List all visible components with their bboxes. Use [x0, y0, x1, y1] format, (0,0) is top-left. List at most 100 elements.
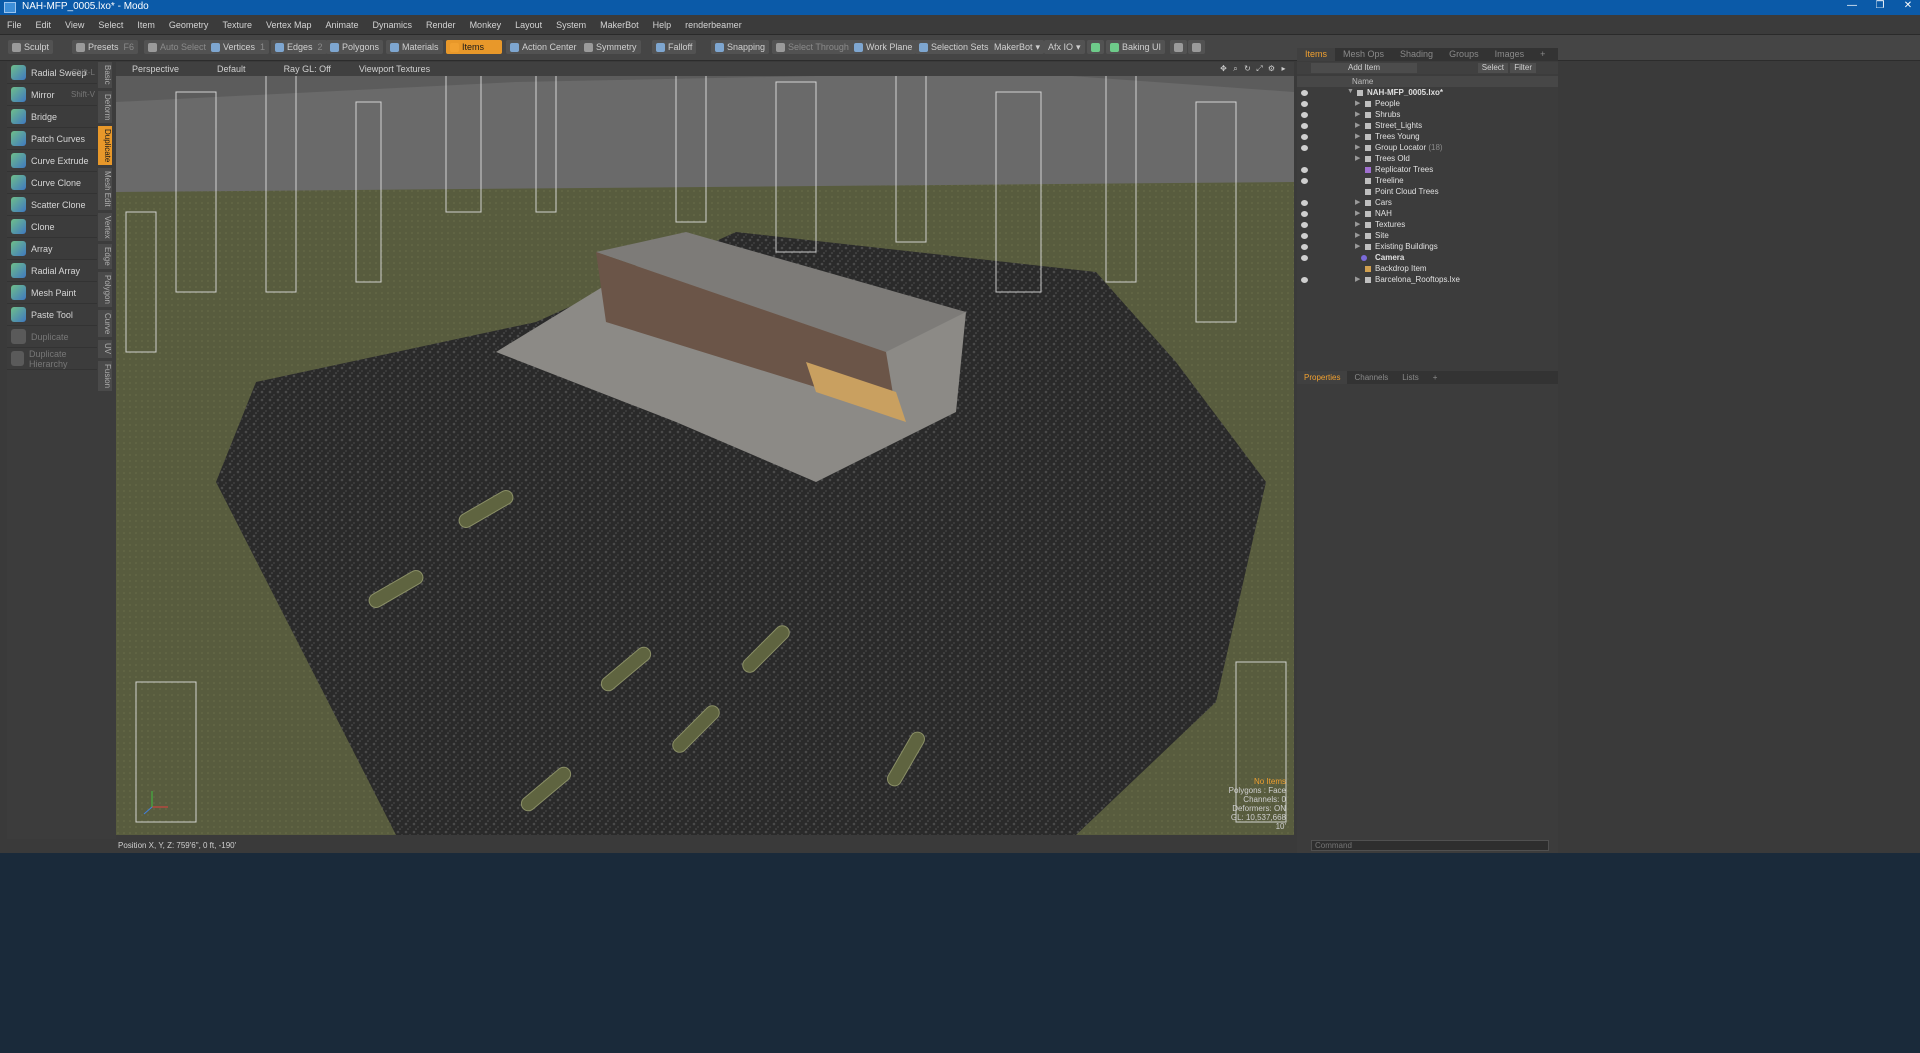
items-mode-button[interactable]: Items	[446, 40, 502, 54]
move-view-icon[interactable]: ✥	[1219, 64, 1228, 73]
visibility-eye-icon[interactable]	[1301, 112, 1308, 118]
visibility-eye-icon[interactable]	[1301, 233, 1308, 239]
expand-arrow-icon[interactable]: ▶	[1355, 220, 1360, 228]
viewport-textures-label[interactable]: Viewport Textures	[355, 64, 434, 74]
expand-arrow-icon[interactable]: ▶	[1355, 99, 1360, 107]
makerbot-dropdown[interactable]: MakerBot ▾	[990, 40, 1045, 54]
fit-view-icon[interactable]: ⤢	[1255, 64, 1264, 73]
menu-system[interactable]: System	[549, 20, 593, 30]
selection-sets-button[interactable]: Selection Sets	[915, 40, 993, 54]
visibility-eye-icon[interactable]	[1301, 277, 1308, 283]
tree-row-scene[interactable]: ▼ NAH-MFP_0005.lxo*	[1297, 88, 1558, 99]
tab-polygon[interactable]: Polygon	[98, 272, 112, 308]
tab-lists[interactable]: Lists	[1395, 371, 1425, 384]
add-tab-button[interactable]: +	[1426, 371, 1445, 384]
tool-radial-array[interactable]: Radial Array	[7, 260, 97, 282]
visibility-eye-icon[interactable]	[1301, 211, 1308, 217]
unreal-button[interactable]	[1188, 40, 1205, 54]
tool-radial-sweep[interactable]: Radial Sweep Shift-L	[7, 62, 97, 84]
ray-gl-label[interactable]: Ray GL: Off	[280, 64, 335, 74]
tab-edge[interactable]: Edge	[98, 244, 112, 270]
tab-duplicate[interactable]: Duplicate	[98, 125, 112, 166]
menu-render[interactable]: Render	[419, 20, 463, 30]
tree-row-point-cloud-trees[interactable]: Point Cloud Trees	[1297, 187, 1558, 198]
filter-button[interactable]: Filter	[1510, 63, 1536, 73]
menu-makerbot[interactable]: MakerBot	[593, 20, 646, 30]
tree-row-trees-old[interactable]: ▶ Trees Old	[1297, 154, 1558, 165]
visibility-eye-icon[interactable]	[1301, 134, 1308, 140]
zoom-view-icon[interactable]: ⌕	[1231, 64, 1240, 73]
expand-arrow-icon[interactable]: ▼	[1347, 88, 1354, 95]
tab-deform[interactable]: Deform	[98, 90, 112, 123]
visibility-eye-icon[interactable]	[1301, 200, 1308, 206]
visibility-eye-icon[interactable]	[1301, 244, 1308, 250]
tree-row-trees-young[interactable]: ▶ Trees Young	[1297, 132, 1558, 143]
tool-mirror[interactable]: Mirror Shift-V	[7, 84, 97, 106]
tab-groups[interactable]: Groups	[1441, 48, 1487, 61]
camera-settings-button[interactable]	[1087, 40, 1104, 54]
visibility-eye-icon[interactable]	[1301, 255, 1308, 261]
expand-arrow-icon[interactable]: ▶	[1355, 198, 1360, 206]
falloff-button[interactable]: Falloff	[652, 40, 697, 54]
rotate-view-icon[interactable]: ↻	[1243, 64, 1252, 73]
materials-button[interactable]: Materials	[386, 40, 443, 54]
snapping-button[interactable]: Snapping	[711, 40, 770, 54]
edges-button[interactable]: Edges 2	[271, 40, 327, 54]
menu-dynamics[interactable]: Dynamics	[366, 20, 420, 30]
view-type-label[interactable]: Perspective	[128, 64, 183, 74]
shading-style-label[interactable]: Default	[213, 64, 250, 74]
expand-arrow-icon[interactable]: ▶	[1355, 209, 1360, 217]
visibility-eye-icon[interactable]	[1301, 123, 1308, 129]
tree-row-people[interactable]: ▶ People	[1297, 99, 1558, 110]
menu-help[interactable]: Help	[646, 20, 679, 30]
menu-select[interactable]: Select	[91, 20, 130, 30]
tab-fusion[interactable]: Fusion	[98, 360, 112, 391]
menu-view[interactable]: View	[58, 20, 91, 30]
visibility-eye-icon[interactable]	[1301, 178, 1308, 184]
tree-row-nah[interactable]: ▶ NAH	[1297, 209, 1558, 220]
tool-duplicate-hierarchy[interactable]: Duplicate Hierarchy	[7, 348, 97, 370]
expand-arrow-icon[interactable]: ▶	[1355, 110, 1360, 118]
action-center-button[interactable]: Action Center	[506, 40, 581, 54]
tool-paste-tool[interactable]: Paste Tool	[7, 304, 97, 326]
menu-file[interactable]: File	[0, 20, 29, 30]
expand-arrow-icon[interactable]: ▶	[1355, 275, 1360, 283]
tool-clone[interactable]: Clone	[7, 216, 97, 238]
presets-button[interactable]: Presets F6	[72, 40, 139, 54]
menu-vertex-map[interactable]: Vertex Map	[259, 20, 319, 30]
visibility-eye-icon[interactable]	[1301, 101, 1308, 107]
maximize-button[interactable]: ❐	[1874, 0, 1886, 12]
afx-io-dropdown[interactable]: Afx IO ▾	[1044, 40, 1085, 54]
symmetry-button[interactable]: Symmetry	[580, 40, 641, 54]
vertices-button[interactable]: Vertices 1	[207, 40, 270, 54]
expand-arrow-icon[interactable]: ▶	[1355, 121, 1360, 129]
tab-curve[interactable]: Curve	[98, 310, 112, 338]
tool-mesh-paint[interactable]: Mesh Paint	[7, 282, 97, 304]
expand-arrow-icon[interactable]: ▶	[1355, 143, 1360, 151]
tab-vertex[interactable]: Vertex	[98, 212, 112, 242]
menu-monkey[interactable]: Monkey	[463, 20, 509, 30]
command-input[interactable]	[1311, 840, 1549, 851]
maximize-viewport-icon[interactable]: ▸	[1279, 64, 1288, 73]
tree-row-backdrop-item[interactable]: Backdrop Item	[1297, 264, 1558, 275]
visibility-eye-icon[interactable]	[1301, 167, 1308, 173]
auto-select-button[interactable]: Auto Select	[144, 40, 211, 54]
tool-patch-curves[interactable]: Patch Curves	[7, 128, 97, 150]
tool-curve-clone[interactable]: Curve Clone	[7, 172, 97, 194]
tab-images[interactable]: Images	[1487, 48, 1533, 61]
polygons-button[interactable]: Polygons	[326, 40, 384, 54]
menu-layout[interactable]: Layout	[508, 20, 549, 30]
3d-viewport[interactable]: Perspective Default Ray GL: Off Viewport…	[116, 62, 1294, 835]
menu-renderbeamer[interactable]: renderbeamer	[678, 20, 749, 30]
minimize-button[interactable]: —	[1846, 0, 1858, 12]
menu-animate[interactable]: Animate	[318, 20, 365, 30]
tab-shading[interactable]: Shading	[1392, 48, 1441, 61]
add-item-dropdown[interactable]: Add Item	[1311, 63, 1417, 73]
menu-item[interactable]: Item	[130, 20, 162, 30]
expand-arrow-icon[interactable]: ▶	[1355, 242, 1360, 250]
tree-row-barcelona-rooftops[interactable]: ▶ Barcelona_Rooftops.lxe	[1297, 275, 1558, 286]
tab-properties[interactable]: Properties	[1297, 371, 1348, 384]
tab-uv[interactable]: UV	[98, 340, 112, 358]
tree-row-textures[interactable]: ▶ Textures	[1297, 220, 1558, 231]
tool-bridge[interactable]: Bridge	[7, 106, 97, 128]
